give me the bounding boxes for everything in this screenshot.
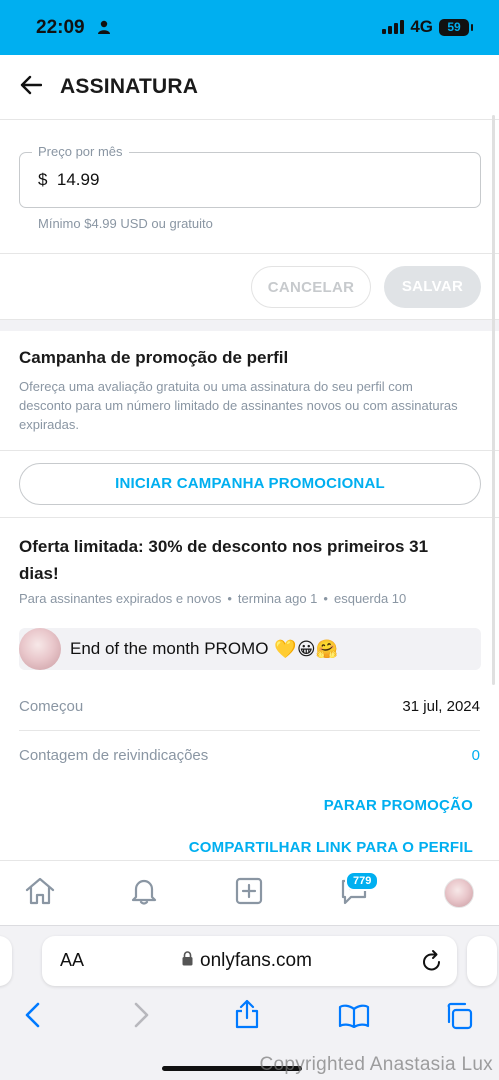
promo-message: End of the month PROMO 💛😀🤗 bbox=[19, 628, 481, 670]
share-icon[interactable] bbox=[234, 999, 260, 1034]
person-icon bbox=[97, 20, 111, 39]
url-display[interactable]: onlyfans.com bbox=[182, 950, 312, 972]
reader-settings-button[interactable]: AA bbox=[60, 950, 84, 971]
tabs-icon[interactable] bbox=[445, 1002, 473, 1035]
start-campaign-button[interactable]: INICIAR CAMPANHA PROMOCIONAL bbox=[19, 463, 481, 505]
avatar bbox=[19, 628, 61, 670]
messages-badge: 779 bbox=[345, 871, 380, 891]
price-input[interactable]: $ 14.99 bbox=[38, 170, 99, 190]
offer-title: Oferta limitada: 30% de desconto nos pri… bbox=[19, 537, 429, 583]
promo-message-emoji: 💛😀🤗 bbox=[274, 638, 339, 660]
status-indicators: 4G 59 bbox=[382, 17, 473, 37]
form-actions: CANCELAR SALVAR bbox=[0, 253, 499, 319]
share-profile-link[interactable]: COMPARTILHAR LINK PARA O PERFIL bbox=[189, 839, 473, 856]
back-arrow-icon[interactable] bbox=[20, 75, 43, 100]
claims-row: Contagem de reivindicações 0 bbox=[19, 731, 480, 779]
status-time: 22:09 bbox=[36, 17, 85, 38]
home-icon bbox=[24, 876, 56, 911]
campaign-description: Ofereça uma avaliação gratuita ou uma as… bbox=[19, 379, 458, 432]
add-post-icon bbox=[234, 876, 264, 911]
back-icon[interactable] bbox=[22, 1002, 44, 1033]
status-bar: 22:09 4G 59 bbox=[0, 0, 499, 55]
divider bbox=[0, 450, 499, 451]
price-hint: Mínimo $4.99 USD ou gratuito bbox=[38, 216, 213, 231]
subscription-page: ASSINATURA Preço por mês $ 14.99 Mínimo … bbox=[0, 55, 499, 860]
started-value: 31 jul, 2024 bbox=[402, 698, 480, 715]
section-divider bbox=[0, 319, 499, 331]
started-label: Começou bbox=[19, 698, 84, 715]
claims-value[interactable]: 0 bbox=[472, 747, 480, 764]
price-field-label: Preço por mês bbox=[32, 144, 129, 159]
bell-icon bbox=[129, 876, 159, 911]
cancel-button[interactable]: CANCELAR bbox=[251, 266, 371, 308]
started-row: Começou 31 jul, 2024 bbox=[19, 683, 480, 731]
scrollbar[interactable] bbox=[492, 115, 495, 685]
lock-icon bbox=[182, 950, 193, 972]
offer-meta: Para assinantes expirados e novos • termin… bbox=[19, 591, 407, 606]
watermark: Copyrighted Anastasia Lux bbox=[259, 1054, 493, 1075]
offer-audience: Para assinantes expirados e novos bbox=[19, 591, 222, 606]
aa-label: AA bbox=[60, 950, 85, 970]
tab-notifications[interactable] bbox=[126, 875, 162, 911]
divider bbox=[0, 517, 499, 518]
stop-promotion-link[interactable]: PARAR PROMOÇÃO bbox=[324, 797, 473, 814]
reload-icon[interactable] bbox=[421, 949, 443, 978]
forward-icon[interactable] bbox=[130, 1002, 152, 1033]
battery-icon: 59 bbox=[439, 18, 473, 36]
tab-home[interactable] bbox=[22, 875, 58, 911]
bottom-tab-bar: 779 bbox=[0, 860, 499, 925]
signal-icon bbox=[382, 20, 405, 34]
tab-profile-avatar[interactable] bbox=[444, 878, 474, 908]
previous-tab-peek[interactable] bbox=[0, 936, 12, 986]
claims-label: Contagem de reivindicações bbox=[19, 746, 209, 764]
next-tab-peek[interactable] bbox=[467, 936, 497, 986]
promo-message-text: End of the month PROMO bbox=[70, 639, 269, 658]
page-header: ASSINATURA bbox=[0, 55, 499, 120]
page-title: ASSINATURA bbox=[60, 75, 199, 98]
network-type: 4G bbox=[410, 17, 433, 36]
save-button[interactable]: SALVAR bbox=[384, 266, 481, 308]
url-text: onlyfans.com bbox=[200, 950, 312, 971]
price-field[interactable]: Preço por mês $ 14.99 bbox=[19, 144, 481, 208]
tab-new-post[interactable] bbox=[231, 875, 267, 911]
bookmarks-icon[interactable] bbox=[338, 1004, 370, 1033]
offer-ends: termina ago 1 bbox=[237, 591, 318, 606]
offer-remaining: esquerda 10 bbox=[333, 591, 407, 606]
campaign-title: Campanha de promoção de perfil bbox=[19, 348, 289, 367]
address-bar[interactable]: AA onlyfans.com bbox=[42, 936, 457, 986]
